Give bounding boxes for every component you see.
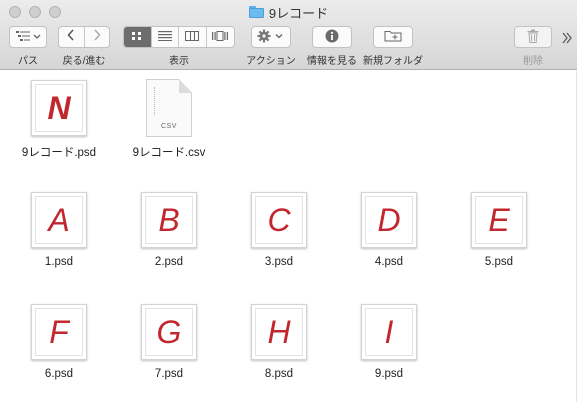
get-info-label: 情報を見る bbox=[307, 56, 357, 67]
file-name: 1.psd bbox=[44, 256, 74, 268]
view-label: 表示 bbox=[169, 56, 189, 67]
trash-icon bbox=[527, 29, 539, 46]
file-name: 8.psd bbox=[264, 368, 294, 380]
forward-button[interactable] bbox=[85, 27, 110, 47]
file-extension-label: CSV bbox=[161, 123, 177, 130]
window-title-text: 9レコード bbox=[268, 5, 329, 21]
path-icon bbox=[15, 30, 41, 45]
file-item[interactable]: G 7.psd bbox=[114, 304, 224, 380]
thumbnail-letter: D bbox=[377, 202, 401, 238]
info-icon bbox=[325, 29, 339, 46]
psd-thumbnail: B bbox=[141, 192, 197, 248]
file-item[interactable]: I 9.psd bbox=[334, 304, 444, 380]
thumbnail-letter: A bbox=[48, 202, 70, 238]
psd-thumbnail: N bbox=[31, 80, 87, 136]
thumbnail-letter: N bbox=[47, 90, 71, 126]
icon-view-button[interactable] bbox=[124, 27, 152, 47]
file-item[interactable]: C 3.psd bbox=[224, 192, 334, 268]
get-info-button[interactable] bbox=[312, 26, 352, 48]
psd-thumbnail: C bbox=[251, 192, 307, 248]
action-button[interactable] bbox=[251, 26, 291, 48]
columns-icon bbox=[185, 28, 200, 46]
chevron-left-icon bbox=[67, 28, 75, 46]
psd-thumbnail: H bbox=[251, 304, 307, 360]
thumbnail-letter: C bbox=[267, 202, 291, 238]
psd-thumbnail: E bbox=[471, 192, 527, 248]
path-label: パス bbox=[18, 56, 38, 67]
finder-toolbar: 9レコード パス 戻る/進む 表示 アクション 情報を見る 新規フォルダ 削除 bbox=[0, 0, 577, 70]
file-item[interactable]: A 1.psd bbox=[4, 192, 114, 268]
coverflow-icon bbox=[212, 28, 229, 46]
delete-label: 削除 bbox=[523, 56, 543, 67]
psd-thumbnail: D bbox=[361, 192, 417, 248]
list-icon bbox=[157, 28, 172, 46]
file-item[interactable]: D 4.psd bbox=[334, 192, 444, 268]
new-folder-label: 新規フォルダ bbox=[363, 56, 423, 67]
thumbnail-letter: I bbox=[384, 314, 394, 350]
file-name: 9レコード.psd bbox=[21, 147, 97, 159]
csv-document-icon: CSV bbox=[146, 79, 192, 137]
new-folder-icon bbox=[384, 29, 402, 45]
back-button[interactable] bbox=[59, 27, 85, 47]
file-name: 6.psd bbox=[44, 368, 74, 380]
thumbnail-letter: F bbox=[49, 314, 69, 350]
folder-icon bbox=[248, 6, 264, 18]
thumbnail-letter: G bbox=[156, 314, 182, 350]
psd-thumbnail: A bbox=[31, 192, 87, 248]
file-name: 4.psd bbox=[374, 256, 404, 268]
file-item[interactable]: N 9レコード.psd bbox=[4, 80, 114, 160]
thumbnail-letter: E bbox=[488, 202, 510, 238]
action-label: アクション bbox=[246, 56, 296, 67]
path-button[interactable] bbox=[9, 26, 47, 48]
file-item[interactable]: F 6.psd bbox=[4, 304, 114, 380]
chevron-right-icon bbox=[93, 28, 101, 46]
column-view-button[interactable] bbox=[179, 27, 207, 47]
file-name: 3.psd bbox=[264, 256, 294, 268]
delete-button[interactable] bbox=[514, 26, 552, 48]
psd-thumbnail: I bbox=[361, 304, 417, 360]
back-forward-label: 戻る/進む bbox=[62, 56, 106, 67]
file-item[interactable]: E 5.psd bbox=[444, 192, 554, 268]
new-folder-button[interactable] bbox=[373, 26, 413, 48]
file-name: 2.psd bbox=[154, 256, 184, 268]
list-view-button[interactable] bbox=[152, 27, 179, 47]
file-item[interactable]: H 8.psd bbox=[224, 304, 334, 380]
file-name: 7.psd bbox=[154, 368, 184, 380]
file-name: 9.psd bbox=[374, 368, 404, 380]
file-item[interactable]: CSV 9レコード.csv bbox=[114, 79, 224, 160]
window-title: 9レコード bbox=[0, 3, 577, 21]
thumbnail-letter: B bbox=[158, 202, 180, 238]
toolbar-overflow-chevron-icon[interactable] bbox=[562, 31, 572, 49]
file-name: 9レコード.csv bbox=[132, 147, 206, 159]
view-mode-control bbox=[123, 26, 235, 48]
file-item[interactable]: B 2.psd bbox=[114, 192, 224, 268]
back-forward-control bbox=[58, 26, 110, 48]
thumbnail-letter: H bbox=[267, 314, 291, 350]
psd-thumbnail: F bbox=[31, 304, 87, 360]
coverflow-view-button[interactable] bbox=[207, 27, 234, 47]
grid-icon bbox=[131, 28, 143, 46]
gear-icon bbox=[257, 29, 285, 46]
file-name: 5.psd bbox=[484, 256, 514, 268]
psd-thumbnail: G bbox=[141, 304, 197, 360]
